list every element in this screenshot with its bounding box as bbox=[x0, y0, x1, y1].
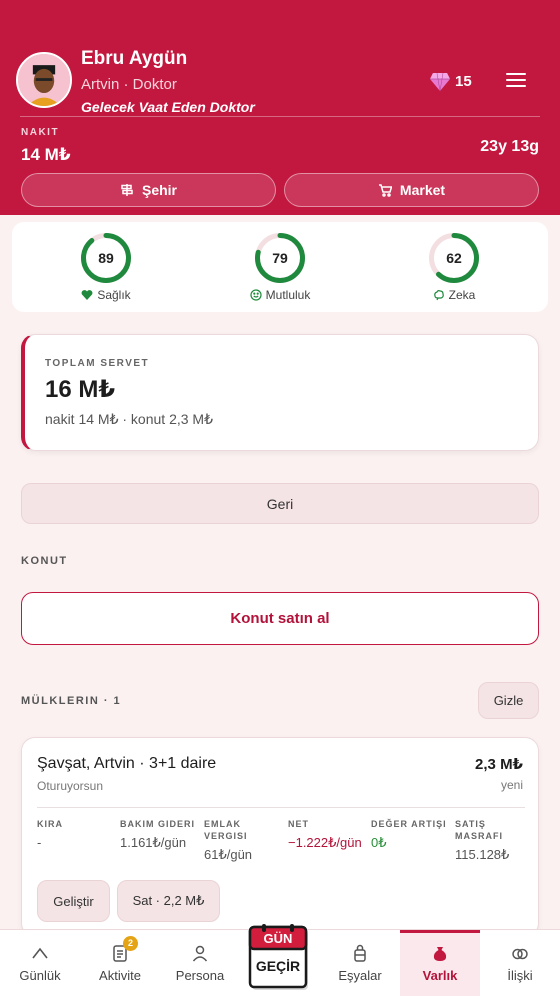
market-button[interactable]: Market bbox=[284, 173, 539, 207]
health-value: 89 bbox=[98, 250, 114, 266]
avatar[interactable] bbox=[16, 52, 72, 108]
menu-icon-bar bbox=[506, 73, 526, 75]
nav-items[interactable]: Eşyalar bbox=[320, 930, 400, 996]
metric-net: NET −1.222₺/gün bbox=[288, 818, 362, 851]
property-card: Şavşat, Artvin · 3+1 daire Oturuyorsun 2… bbox=[21, 737, 539, 937]
total-wealth-card: TOPLAM SERVET 16 M₺ nakit 14 M₺ · konut … bbox=[21, 334, 539, 451]
cash-label: NAKIT bbox=[21, 127, 60, 138]
metric-label: NET bbox=[288, 819, 309, 829]
advance-day-button[interactable]: GÜN GEÇİR bbox=[248, 924, 312, 992]
stat-health[interactable]: 89 Sağlık bbox=[46, 232, 166, 302]
cart-icon bbox=[378, 184, 392, 197]
metric-appreciation: DEĞER ARTIŞI 0₺ bbox=[371, 818, 451, 851]
city-button-label: Şehir bbox=[141, 182, 177, 198]
metric-rent: KIRA - bbox=[37, 818, 117, 851]
metric-value: −1.222₺/gün bbox=[288, 835, 362, 850]
advance-day-bottom-text: GEÇİR bbox=[256, 958, 300, 974]
happiness-value: 79 bbox=[272, 250, 288, 266]
nav-relationship-label: İlişki bbox=[507, 968, 533, 983]
money-bag-icon bbox=[433, 947, 447, 961]
signpost-icon bbox=[121, 184, 133, 196]
metric-value: 1.161₺/gün bbox=[120, 835, 187, 850]
property-subtitle: Oturuyorsun bbox=[37, 779, 104, 793]
nav-relationship[interactable]: İlişki bbox=[480, 930, 560, 996]
nav-persona-label: Persona bbox=[175, 968, 225, 983]
rings-icon bbox=[512, 948, 528, 960]
nav-items-label: Eşyalar bbox=[338, 968, 382, 983]
profile-header: Ebru Aygün Artvin · Doktor Gelecek Vaat … bbox=[0, 0, 560, 215]
nav-daily[interactable]: Günlük bbox=[0, 930, 80, 996]
intelligence-label: Zeka bbox=[448, 288, 476, 302]
metric-label: BAKIM GIDERI bbox=[120, 819, 195, 829]
property-status: yeni bbox=[500, 778, 523, 792]
header-divider bbox=[20, 116, 540, 117]
heart-pulse-icon bbox=[81, 290, 93, 300]
intelligence-ring: 62 bbox=[428, 232, 480, 284]
nav-daily-label: Günlük bbox=[19, 968, 61, 983]
metric-maintenance: BAKIM GIDERI 1.161₺/gün bbox=[120, 818, 200, 851]
total-wealth-value: 16 M₺ bbox=[45, 376, 116, 403]
menu-button[interactable] bbox=[506, 73, 526, 89]
stat-happiness[interactable]: 79 Mutluluk bbox=[220, 232, 340, 302]
happiness-ring: 79 bbox=[254, 232, 306, 284]
intelligence-value: 62 bbox=[446, 250, 462, 266]
metric-value: - bbox=[37, 835, 42, 850]
metric-property-tax: EMLAK VERGISI 61₺/gün bbox=[204, 818, 284, 863]
nav-persona[interactable]: Persona bbox=[160, 930, 240, 996]
total-wealth-label: TOPLAM SERVET bbox=[45, 358, 150, 369]
player-name: Ebru Aygün bbox=[81, 48, 188, 69]
city-button[interactable]: Şehir bbox=[21, 173, 276, 207]
metric-label: KIRA bbox=[37, 819, 63, 829]
cash-value: 14 M₺ bbox=[21, 145, 71, 164]
nav-assets[interactable]: Varlık bbox=[400, 930, 480, 996]
player-location-job: Artvin · Doktor bbox=[81, 76, 177, 93]
sell-button[interactable]: Sat · 2,2 M₺ bbox=[117, 880, 220, 922]
activity-badge: 2 bbox=[123, 936, 138, 951]
market-button-label: Market bbox=[399, 182, 446, 198]
metric-sale-cost: SATIŞ MASRAFI 115.128₺ bbox=[455, 818, 535, 863]
metric-value: 61₺/gün bbox=[204, 847, 253, 862]
total-wealth-detail: nakit 14 M₺ · konut 2,3 M₺ bbox=[45, 411, 213, 427]
stats-panel: 89 Sağlık 79 Mutluluk 62 Zeka bbox=[12, 222, 548, 312]
gem-icon bbox=[430, 72, 450, 92]
person-icon bbox=[192, 945, 208, 962]
health-label: Sağlık bbox=[97, 288, 131, 302]
nav-assets-label: Varlık bbox=[422, 968, 458, 983]
housing-section-label: KONUT bbox=[21, 555, 68, 567]
advance-day-top-text: GÜN bbox=[264, 931, 293, 946]
stat-intelligence[interactable]: 62 Zeka bbox=[394, 232, 514, 302]
happiness-label: Mutluluk bbox=[265, 288, 311, 302]
metric-label: DEĞER ARTIŞI bbox=[371, 819, 447, 829]
gem-count: 15 bbox=[455, 73, 472, 90]
metric-label: EMLAK VERGISI bbox=[204, 819, 248, 841]
menu-icon-bar bbox=[506, 85, 526, 87]
player-title: Gelecek Vaat Eden Doktor bbox=[81, 99, 255, 115]
nav-activity[interactable]: 2 Aktivite bbox=[80, 930, 160, 996]
property-title: Şavşat, Artvin · 3+1 daire bbox=[37, 755, 217, 772]
bag-icon bbox=[354, 944, 366, 962]
player-age: 23y 13g bbox=[480, 138, 539, 155]
nav-activity-label: Aktivite bbox=[99, 968, 141, 983]
metric-value: 115.128₺ bbox=[455, 847, 510, 862]
menu-icon-bar bbox=[506, 79, 526, 81]
properties-section-label: MÜLKLERIN · 1 bbox=[21, 695, 122, 707]
upgrade-button[interactable]: Geliştir bbox=[37, 880, 110, 922]
property-divider bbox=[37, 807, 525, 808]
property-price: 2,3 M₺ bbox=[475, 756, 523, 773]
hide-button[interactable]: Gizle bbox=[478, 682, 539, 719]
smile-icon bbox=[250, 289, 262, 301]
metric-value: 0₺ bbox=[371, 835, 387, 850]
back-button[interactable]: Geri bbox=[21, 483, 539, 524]
buy-house-button[interactable]: Konut satın al bbox=[21, 592, 539, 645]
chart-icon bbox=[32, 947, 48, 959]
brain-icon bbox=[433, 290, 444, 301]
health-ring: 89 bbox=[80, 232, 132, 284]
metric-label: SATIŞ MASRAFI bbox=[455, 819, 503, 841]
